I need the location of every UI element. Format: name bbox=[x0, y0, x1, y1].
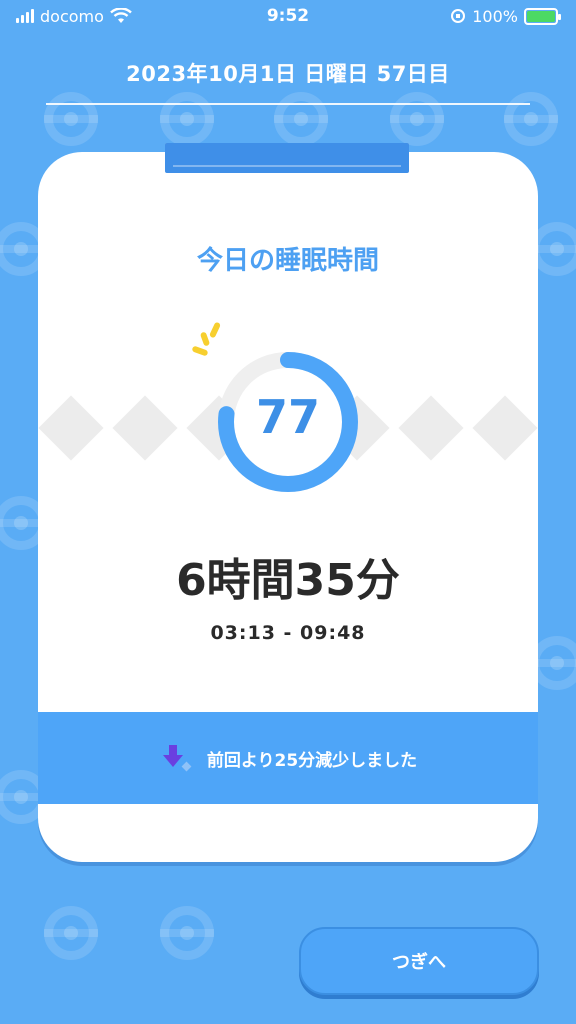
wifi-icon bbox=[110, 8, 132, 23]
sleep-duration: 6時間35分 bbox=[176, 555, 400, 606]
carrier-name: docomo bbox=[40, 6, 104, 26]
header-divider bbox=[46, 103, 530, 105]
background-ball-icon bbox=[160, 906, 214, 960]
comparison-banner: 前回より25分減少しました bbox=[38, 712, 538, 804]
status-bar: docomo 9:52 100% bbox=[0, 0, 576, 32]
battery-percent: 100% bbox=[472, 6, 518, 26]
battery-icon bbox=[524, 7, 561, 25]
signal-icon bbox=[16, 9, 34, 23]
background-ball-icon bbox=[504, 92, 558, 146]
sleep-score: 77 bbox=[255, 390, 320, 444]
diamond-decoration bbox=[398, 395, 464, 461]
status-time: 9:52 bbox=[266, 6, 310, 26]
background-ball-icon bbox=[390, 92, 444, 146]
background-ball-icon bbox=[274, 92, 328, 146]
comparison-text: 前回より25分減少しました bbox=[206, 750, 418, 771]
next-button[interactable]: つぎへ bbox=[299, 927, 539, 995]
background-ball-icon bbox=[160, 92, 214, 146]
status-bar-left: docomo bbox=[16, 7, 132, 26]
diamond-decoration bbox=[472, 395, 538, 461]
status-bar-right: 100% bbox=[450, 6, 561, 26]
header-date: 2023年10月1日 日曜日 57日目 bbox=[126, 62, 450, 86]
rotation-lock-icon bbox=[451, 9, 466, 23]
diamond-decoration bbox=[112, 395, 178, 461]
sleep-time-range: 03:13 - 09:48 bbox=[210, 622, 366, 644]
background-ball-icon bbox=[44, 906, 98, 960]
card-tab bbox=[165, 143, 409, 173]
diamond-decoration bbox=[38, 395, 104, 461]
down-arrow-icon bbox=[162, 745, 192, 772]
sparkle-icon bbox=[192, 322, 221, 356]
background-ball-icon bbox=[44, 92, 98, 146]
sleep-result-card: 今日の睡眠時間 77 6時間35分 03:13 - 09:48 前回より25分減… bbox=[38, 152, 538, 862]
card-title: 今日の睡眠時間 bbox=[196, 246, 379, 276]
